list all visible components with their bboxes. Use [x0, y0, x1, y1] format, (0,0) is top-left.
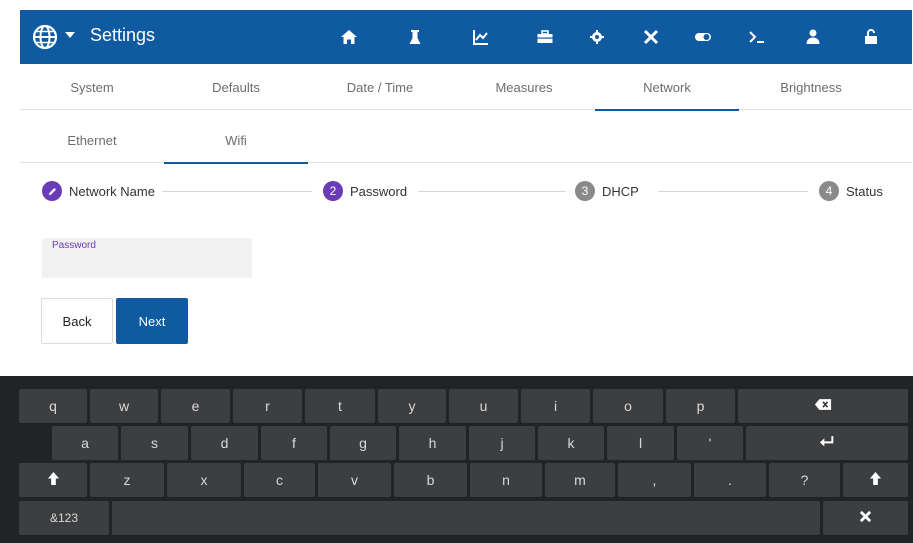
step-connector [418, 191, 566, 192]
key-k[interactable]: k [538, 426, 604, 460]
network-subtabs: Ethernet Wifi [20, 118, 912, 164]
key-j[interactable]: j [469, 426, 535, 460]
terminal-icon[interactable] [746, 26, 768, 48]
key-a[interactable]: a [52, 426, 118, 460]
pencil-icon [42, 181, 62, 201]
key-t[interactable]: t [305, 389, 375, 423]
key-apostrophe[interactable]: ' [677, 426, 743, 460]
password-label: Password [52, 240, 96, 251]
chevron-down-icon[interactable] [65, 32, 75, 38]
flask-icon[interactable] [404, 26, 426, 48]
key-f[interactable]: f [261, 426, 327, 460]
key-h[interactable]: h [399, 426, 466, 460]
key-o[interactable]: o [593, 389, 663, 423]
step-label: Password [350, 183, 408, 199]
gear-icon[interactable] [586, 26, 608, 48]
shift-icon [869, 471, 882, 489]
key-question[interactable]: ? [769, 463, 840, 497]
key-w[interactable]: w [90, 389, 158, 423]
close-icon [859, 510, 872, 526]
home-icon[interactable] [338, 26, 360, 48]
symbols-key[interactable]: &123 [19, 501, 109, 535]
step-network-name[interactable]: Network Name [42, 180, 155, 202]
on-screen-keyboard: q w e r t y u i o p a s d f g h j k l ' … [0, 376, 913, 543]
backspace-icon [814, 398, 832, 414]
key-n[interactable]: n [470, 463, 542, 497]
step-password[interactable]: 2 Password [323, 180, 407, 202]
key-l[interactable]: l [607, 426, 674, 460]
key-d[interactable]: d [191, 426, 258, 460]
shift-icon [47, 471, 60, 489]
password-input[interactable] [52, 254, 242, 274]
unlock-icon[interactable] [860, 26, 882, 48]
key-s[interactable]: s [121, 426, 188, 460]
step-number: 4 [819, 181, 839, 201]
tools-icon[interactable] [640, 26, 662, 48]
next-button[interactable]: Next [116, 298, 188, 344]
key-e[interactable]: e [161, 389, 230, 423]
key-i[interactable]: i [521, 389, 590, 423]
key-p[interactable]: p [666, 389, 735, 423]
settings-tabs: System Defaults Date / Time Measures Net… [20, 64, 912, 111]
step-number: 2 [323, 181, 343, 201]
toolbox-icon[interactable] [534, 26, 556, 48]
key-comma[interactable]: , [618, 463, 691, 497]
step-status[interactable]: 4 Status [819, 180, 883, 202]
step-label: DHCP [602, 183, 639, 199]
tab-network[interactable]: Network [595, 64, 739, 111]
step-label: Status [846, 183, 883, 199]
key-q[interactable]: q [19, 389, 87, 423]
key-g[interactable]: g [330, 426, 396, 460]
tab-measures[interactable]: Measures [452, 64, 596, 110]
close-keyboard-key[interactable] [823, 501, 908, 535]
globe-icon[interactable] [32, 24, 58, 50]
enter-key[interactable] [746, 426, 908, 460]
key-x[interactable]: x [167, 463, 241, 497]
page-title: Settings [90, 25, 156, 45]
user-icon[interactable] [802, 26, 824, 48]
tab-wifi[interactable]: Wifi [164, 118, 308, 164]
top-app-bar: Settings [20, 10, 912, 64]
key-u[interactable]: u [449, 389, 518, 423]
backspace-key[interactable] [738, 389, 908, 423]
enter-icon [819, 435, 835, 451]
password-field[interactable]: Password [42, 238, 252, 278]
tab-ethernet[interactable]: Ethernet [20, 118, 164, 163]
key-period[interactable]: . [694, 463, 766, 497]
key-z[interactable]: z [90, 463, 164, 497]
step-dhcp[interactable]: 3 DHCP [575, 180, 639, 202]
space-key[interactable] [112, 501, 820, 535]
shift-right-key[interactable] [843, 463, 908, 497]
key-b[interactable]: b [394, 463, 467, 497]
key-y[interactable]: y [378, 389, 446, 423]
step-number: 3 [575, 181, 595, 201]
chart-icon[interactable] [470, 26, 492, 48]
tab-defaults[interactable]: Defaults [164, 64, 308, 110]
step-label: Network Name [69, 183, 155, 199]
key-m[interactable]: m [545, 463, 615, 497]
tab-date-time[interactable]: Date / Time [308, 64, 452, 110]
shift-left-key[interactable] [19, 463, 87, 497]
step-connector [162, 191, 312, 192]
key-c[interactable]: c [244, 463, 315, 497]
back-button[interactable]: Back [41, 298, 113, 344]
tab-system[interactable]: System [20, 64, 164, 110]
key-r[interactable]: r [233, 389, 302, 423]
tab-brightness[interactable]: Brightness [739, 64, 883, 110]
step-connector [658, 191, 808, 192]
toggle-icon[interactable] [692, 26, 714, 48]
key-v[interactable]: v [318, 463, 391, 497]
